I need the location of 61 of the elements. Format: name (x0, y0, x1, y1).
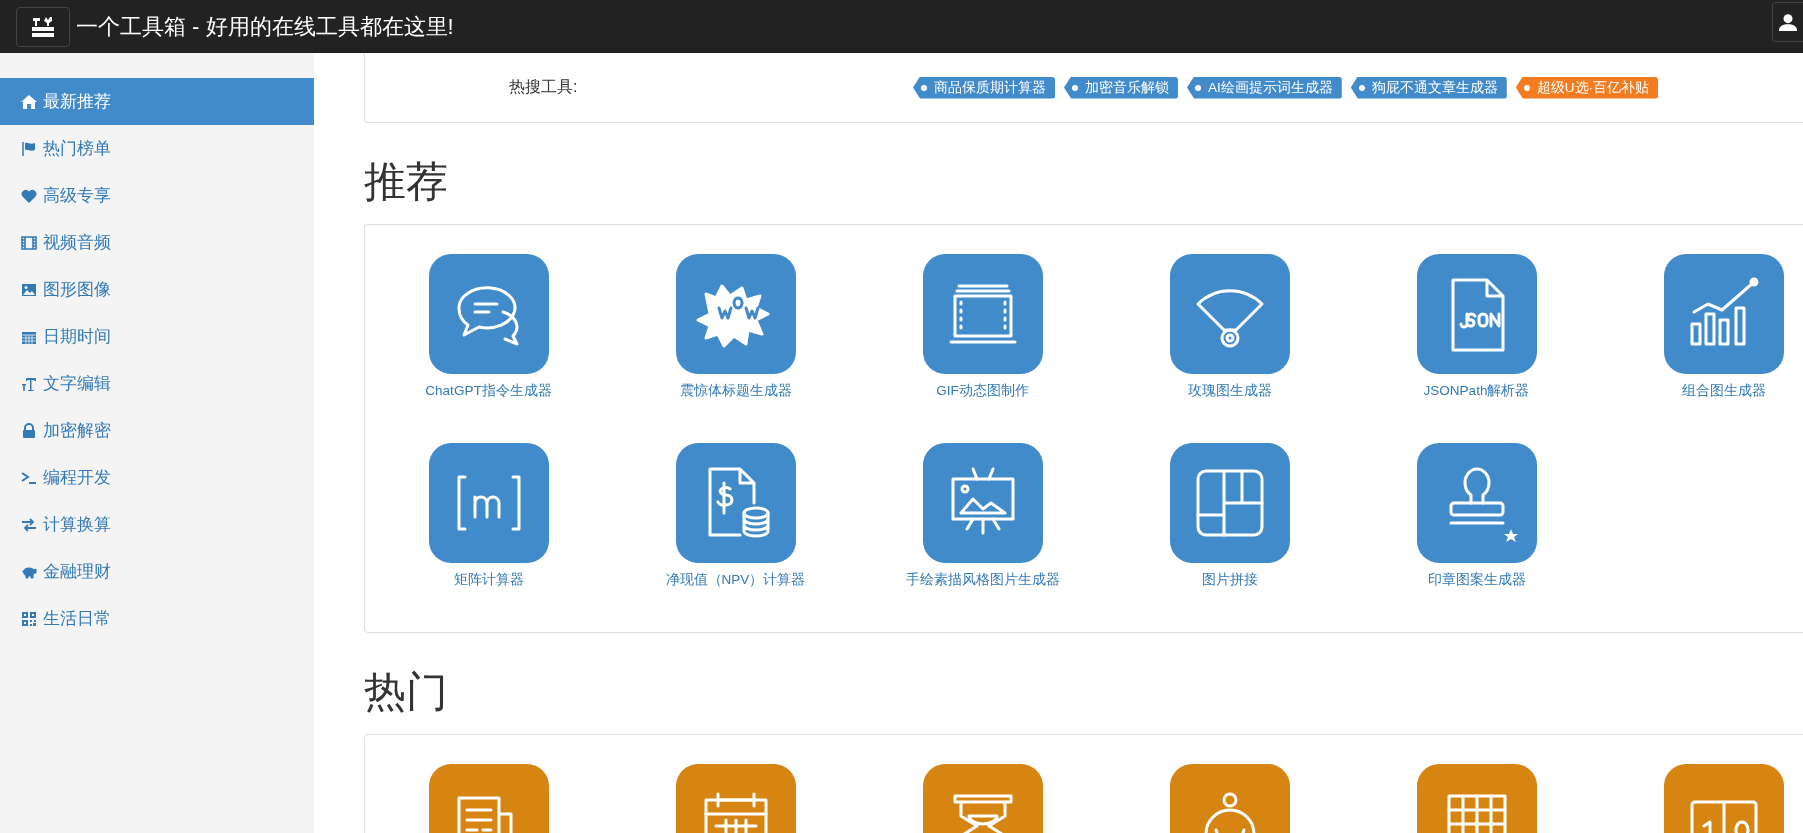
hot-search-tag[interactable]: 商品保质期计算器 (913, 76, 1055, 99)
hot-search-label: 热搜工具: (509, 77, 579, 97)
easel-picture-icon[interactable] (922, 443, 1043, 563)
bullet-icon (921, 84, 927, 91)
tool-link[interactable]: GIF动态图制作 (936, 382, 1029, 400)
tool-link[interactable]: 震惊体标题生成器 (679, 382, 792, 400)
fan-pendant-icon[interactable] (1169, 254, 1290, 374)
sidebar-item[interactable]: 日期时间 (0, 313, 314, 360)
sidebar-item[interactable]: 文字编辑 (0, 360, 314, 407)
user-icon (1779, 13, 1797, 31)
section-heading: 推荐 (364, 157, 449, 207)
bullet-icon (1523, 84, 1530, 91)
tool-link[interactable]: JSONPath解析器 (1423, 382, 1530, 400)
bullet-icon (1195, 84, 1201, 91)
hot-search-tag[interactable]: 加密音乐解锁 (1064, 76, 1178, 99)
swap-arrows-icon (21, 516, 37, 533)
tool-link[interactable]: 净现值（NPV）计算器 (665, 571, 806, 589)
tool-link[interactable]: 手绘素描风格图片生成器 (905, 571, 1060, 589)
wow-burst-icon[interactable] (675, 254, 796, 374)
sidebar-item[interactable]: 视频音频 (0, 219, 314, 266)
hot-search-tag[interactable]: 超级U选·百亿补贴 (1515, 76, 1658, 99)
qr-code-icon (21, 610, 37, 627)
hot-search-tag[interactable]: AI绘画提示词生成器 (1187, 76, 1342, 99)
tool-link[interactable]: 图片拼接 (1201, 571, 1258, 589)
tool-link[interactable]: ChatGPT指令生成器 (425, 382, 552, 400)
toolbox-logo-button[interactable] (16, 6, 70, 47)
home-icon (21, 93, 37, 110)
bullet-icon (1072, 84, 1078, 91)
tool-link[interactable]: 组合图生成器 (1681, 382, 1766, 400)
chat-bubbles-icon[interactable] (428, 254, 549, 374)
dollar-document-coins-icon[interactable] (675, 443, 796, 563)
lock-icon (21, 422, 37, 439)
sidebar-item[interactable]: 生活日常 (0, 595, 314, 642)
bracket-m-icon[interactable] (428, 443, 549, 563)
tool-link[interactable]: 玫瑰图生成器 (1187, 382, 1272, 400)
film-frame-icon[interactable] (922, 254, 1043, 374)
film-icon (21, 234, 37, 251)
sidebar-item[interactable]: 加密解密 (0, 407, 314, 454)
terminal-icon (21, 469, 37, 486)
hot-search-tag[interactable]: 狗屁不通文章生成器 (1350, 76, 1507, 99)
sidebar-item[interactable]: 图形图像 (0, 266, 314, 313)
section-heading: 热门 (364, 667, 449, 717)
json-file-icon[interactable] (1416, 254, 1537, 374)
tool-link[interactable]: 印章图案生成器 (1427, 571, 1526, 589)
sidebar-item[interactable]: 编程开发 (0, 454, 314, 501)
heart-icon (21, 187, 37, 204)
user-button[interactable] (1772, 2, 1803, 42)
text-size-icon (21, 375, 37, 392)
bullet-icon (1358, 84, 1365, 91)
site-title: 一个工具箱 - 好用的在线工具都在这里! (76, 12, 454, 41)
grid-layout-icon[interactable] (1169, 443, 1290, 563)
flag-icon (21, 140, 37, 157)
sidebar-item[interactable]: 金融理财 (0, 548, 314, 595)
picture-icon (21, 281, 37, 298)
stamp-icon[interactable] (1416, 443, 1537, 563)
sidebar-item[interactable]: 计算换算 (0, 501, 314, 548)
bar-line-chart-icon[interactable] (1663, 254, 1784, 374)
tool-link[interactable]: 矩阵计算器 (453, 571, 524, 589)
sidebar-item[interactable]: 热门榜单 (0, 125, 314, 172)
sidebar-item[interactable]: 最新推荐 (0, 78, 314, 125)
sidebar-item[interactable]: 高级专享 (0, 172, 314, 219)
